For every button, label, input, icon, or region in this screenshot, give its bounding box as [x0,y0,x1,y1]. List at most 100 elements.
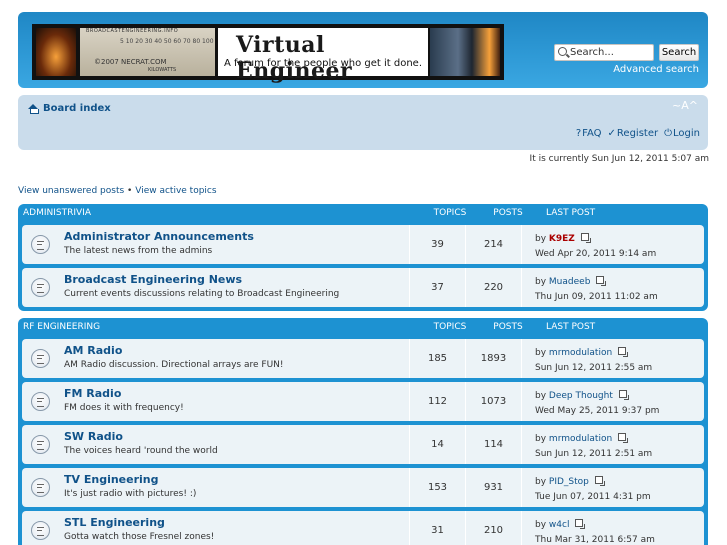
topics-count: 185 [410,339,466,378]
posts-count: 931 [466,468,522,507]
last-post-author[interactable]: K9EZ [549,234,575,244]
last-post-author[interactable]: mrmodulation [549,434,612,444]
last-post: by w4cl Thu Mar 31, 2011 6:57 am [535,519,655,545]
column-last-post: LAST POST [546,207,596,218]
meter-unit-text: KILOWATTS [148,67,177,73]
view-latest-post-icon[interactable] [618,433,629,443]
column-posts: POSTS [493,207,523,218]
forum-row: AM Radio AM Radio discussion. Directiona… [22,339,704,378]
posts-count: 114 [466,425,522,464]
view-latest-post-icon[interactable] [596,276,607,286]
last-post-author[interactable]: Deep Thought [549,391,613,401]
posts-count: 210 [466,511,522,545]
forum-title-link[interactable]: AM Radio [64,344,122,357]
forum-read-icon [31,349,50,368]
view-unanswered-link[interactable]: View unanswered posts [18,186,124,196]
navbar: Board index ~A^ ?FAQ ✓Register ⏻Login [18,95,708,150]
forum-read-icon [31,435,50,454]
view-latest-post-icon[interactable] [618,390,629,400]
forum-title-link[interactable]: STL Engineering [64,516,165,529]
search-icon [558,47,567,56]
last-post-author[interactable]: Muadeeb [549,277,590,287]
view-latest-post-icon[interactable] [618,347,629,357]
current-time: It is currently Sun Jun 12, 2011 5:07 am [529,154,709,164]
register-link[interactable]: ✓Register [608,128,659,139]
user-links: ?FAQ ✓Register ⏻Login [576,128,700,139]
search-input[interactable]: Search... [554,44,654,61]
forum-title-link[interactable]: SW Radio [64,430,123,443]
forum-title-link[interactable]: TV Engineering [64,473,159,486]
last-post-author[interactable]: mrmodulation [549,348,612,358]
forum-read-icon [31,235,50,254]
power-icon: ⏻ [664,128,673,139]
last-post-date: Sun Jun 12, 2011 2:55 am [535,363,653,373]
posts-count: 1893 [466,339,522,378]
tower-image [430,28,500,76]
forum-title-link[interactable]: FM Radio [64,387,121,400]
column-last-post: LAST POST [546,321,596,332]
faq-link[interactable]: ?FAQ [576,128,602,139]
view-latest-post-icon[interactable] [575,519,586,529]
last-post-author[interactable]: w4cl [549,520,570,530]
last-post-date: Thu Mar 31, 2011 6:57 am [535,535,655,545]
forum-read-icon [31,392,50,411]
last-post: by PID_Stop Tue Jun 07, 2011 4:31 pm [535,476,651,502]
search-placeholder: Search... [570,47,614,58]
forum-read-icon [31,278,50,297]
advanced-search-link[interactable]: Advanced search [613,64,699,75]
forum-row: Administrator Announcements The latest n… [22,225,704,264]
font-size-toggle[interactable]: ~A^ [672,99,698,112]
forum-row: SW Radio The voices heard 'round the wor… [22,425,704,464]
forum-description: Current events discussions relating to B… [64,289,340,299]
forum-row: Broadcast Engineering News Current event… [22,268,704,307]
forum-description: The voices heard 'round the world [64,446,218,456]
meter-copyright-text: ©2007 NECRAT.COM [94,58,167,66]
last-post: by K9EZ Wed Apr 20, 2011 9:14 am [535,233,657,259]
forum-row: TV Engineering It's just radio with pict… [22,468,704,507]
topics-count: 14 [410,425,466,464]
topics-count: 153 [410,468,466,507]
last-post-date: Wed Apr 20, 2011 9:14 am [535,249,657,259]
meter-image: BROADCASTENGINEERING.INFO 5 10 20 30 40 … [80,28,215,76]
question-circle-icon: ? [575,128,582,139]
topics-count: 39 [410,225,466,264]
section-header: ADMINISTRIVIA TOPICS POSTS LAST POST [22,204,704,221]
posts-count: 1073 [466,382,522,421]
search-button[interactable]: Search [659,44,699,61]
forum-read-icon [31,521,50,540]
breadcrumb[interactable]: Board index [28,103,111,114]
topics-count: 31 [410,511,466,545]
last-post: by Muadeeb Thu Jun 09, 2011 11:02 am [535,276,658,302]
last-post-date: Thu Jun 09, 2011 11:02 am [535,292,658,302]
forum-title-link[interactable]: Administrator Announcements [64,230,254,243]
forum-read-icon [31,478,50,497]
section-title[interactable]: ADMINISTRIVIA [22,208,420,218]
view-latest-post-icon[interactable] [580,233,591,243]
board-index-link[interactable]: Board index [43,103,111,114]
view-latest-post-icon[interactable] [594,476,605,486]
forum-description: FM does it with frequency! [64,403,184,413]
forum-description: The latest news from the admins [64,246,213,256]
section-header: RF ENGINEERING TOPICS POSTS LAST POST [22,318,704,335]
vacuum-tube-image [36,28,76,76]
last-post-author[interactable]: PID_Stop [549,477,589,487]
site-logo[interactable]: BROADCASTENGINEERING.INFO 5 10 20 30 40 … [32,24,504,84]
login-link[interactable]: ⏻Login [664,128,700,139]
site-tagline: A forum for the people who get it done. [223,58,423,69]
last-post-date: Sun Jun 12, 2011 2:51 am [535,449,653,459]
last-post: by mrmodulation Sun Jun 12, 2011 2:51 am [535,433,653,459]
forum-row: FM Radio FM does it with frequency! 112 … [22,382,704,421]
forum-description: AM Radio discussion. Directional arrays … [64,360,284,370]
last-post-date: Tue Jun 07, 2011 4:31 pm [535,492,651,502]
home-icon [28,104,39,114]
last-post-date: Wed May 25, 2011 9:37 pm [535,406,660,416]
separator: • [127,186,133,196]
section-title[interactable]: RF ENGINEERING [22,322,420,332]
forum-title-link[interactable]: Broadcast Engineering News [64,273,242,286]
view-active-link[interactable]: View active topics [135,186,216,196]
pencil-check-icon: ✓ [607,128,616,139]
column-posts: POSTS [493,321,523,332]
posts-count: 214 [466,225,522,264]
forum-row: STL Engineering Gotta watch those Fresne… [22,511,704,545]
topics-count: 37 [410,268,466,307]
